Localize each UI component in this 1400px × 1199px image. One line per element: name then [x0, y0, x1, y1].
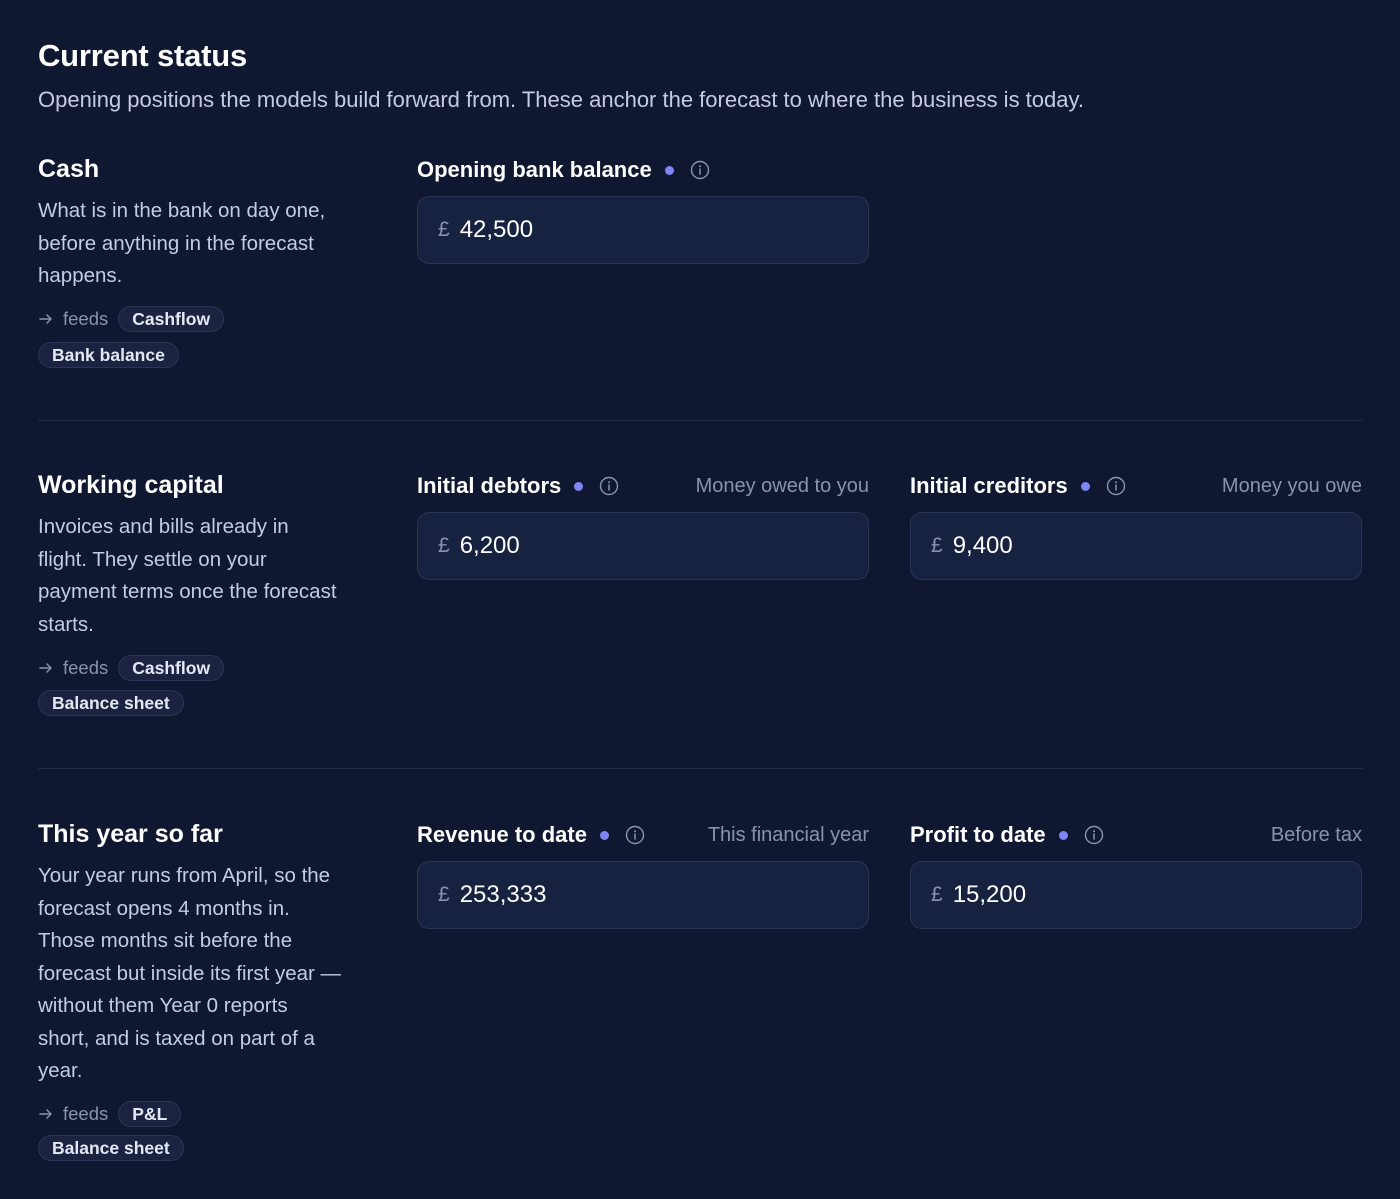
- field-label: Initial creditors: [910, 473, 1068, 498]
- feeds-chip-balance-sheet: Balance sheet: [38, 1135, 184, 1161]
- initial-creditors-input[interactable]: £ 9,400: [910, 512, 1362, 580]
- field-hint: This financial year: [707, 823, 869, 846]
- feeds-chip-bank-balance: Bank balance: [38, 342, 179, 368]
- currency-symbol: £: [438, 534, 450, 557]
- field-label-row: Initial creditors Money you owe: [910, 471, 1362, 501]
- section-description: Invoices and bills already in flight. Th…: [38, 515, 337, 636]
- input-value: 42,500: [459, 216, 534, 243]
- field-label: Revenue to date: [417, 822, 587, 847]
- currency-symbol: £: [931, 534, 943, 557]
- input-value: 15,200: [952, 881, 1027, 908]
- info-icon[interactable]: [1084, 825, 1104, 845]
- arrow-right-icon: [39, 1109, 52, 1119]
- currency-symbol: £: [438, 218, 450, 241]
- info-icon[interactable]: [690, 160, 710, 180]
- field-label-row: Opening bank balance: [417, 155, 869, 185]
- field-label: Initial debtors: [417, 473, 562, 498]
- feeds-label: feeds: [63, 308, 109, 329]
- feeds-chip-cashflow: Cashflow: [118, 306, 225, 332]
- field-hint: Money owed to you: [695, 474, 869, 497]
- info-icon[interactable]: [625, 825, 645, 845]
- feeds-chip-pl: P&L: [118, 1101, 182, 1127]
- field-label: Opening bank balance: [417, 157, 652, 182]
- info-icon[interactable]: [1106, 476, 1126, 496]
- required-dot-icon: [664, 165, 674, 175]
- feeds-row: feeds Cashflow: [38, 655, 225, 681]
- feeds-row: feeds Cashflow: [38, 306, 225, 332]
- section-title: Cash: [38, 155, 100, 183]
- input-value: 6,200: [459, 532, 520, 559]
- feeds-chip-cashflow: Cashflow: [118, 655, 225, 681]
- field-hint: Before tax: [1270, 823, 1362, 846]
- feeds-chip-wrap: Balance sheet: [38, 690, 184, 716]
- input-value: 9,400: [952, 532, 1013, 559]
- feeds-row: feeds P&L: [38, 1101, 182, 1127]
- input-value: 253,333: [459, 881, 547, 908]
- required-dot-icon: [599, 830, 609, 840]
- feeds-chip-wrap: Bank balance: [38, 342, 179, 368]
- feeds-chip-balance-sheet: Balance sheet: [38, 690, 184, 716]
- field-label-row: Initial debtors Money owed to you: [417, 471, 869, 501]
- feeds-label: feeds: [63, 657, 109, 678]
- section-description: What is in the bank on day one, before a…: [38, 199, 326, 287]
- page-subtitle: Opening positions the models build forwa…: [38, 87, 1084, 112]
- feeds-chip-wrap: Balance sheet: [38, 1135, 184, 1161]
- section-title: Working capital: [38, 471, 224, 499]
- field-hint: Money you owe: [1221, 474, 1362, 497]
- opening-bank-balance-input[interactable]: £ 42,500: [417, 196, 869, 264]
- currency-symbol: £: [931, 883, 943, 906]
- page-title: Current status: [38, 38, 248, 73]
- field-label-row: Profit to date Before tax: [910, 820, 1362, 850]
- section-title: This year so far: [38, 820, 223, 848]
- feeds-label: feeds: [63, 1103, 109, 1124]
- field-label: Profit to date: [910, 822, 1046, 847]
- section-description: Your year runs from April, so the foreca…: [38, 864, 342, 1082]
- initial-debtors-input[interactable]: £ 6,200: [417, 512, 869, 580]
- section-divider: [38, 768, 1363, 769]
- currency-symbol: £: [438, 883, 450, 906]
- info-icon[interactable]: [599, 476, 619, 496]
- section-divider: [38, 420, 1363, 421]
- profit-to-date-input[interactable]: £ 15,200: [910, 861, 1362, 929]
- revenue-to-date-input[interactable]: £ 253,333: [417, 861, 869, 929]
- required-dot-icon: [1080, 481, 1090, 491]
- arrow-right-icon: [39, 663, 52, 673]
- required-dot-icon: [1058, 830, 1068, 840]
- arrow-right-icon: [39, 314, 52, 324]
- field-label-row: Revenue to date This financial year: [417, 820, 869, 850]
- required-dot-icon: [574, 481, 584, 491]
